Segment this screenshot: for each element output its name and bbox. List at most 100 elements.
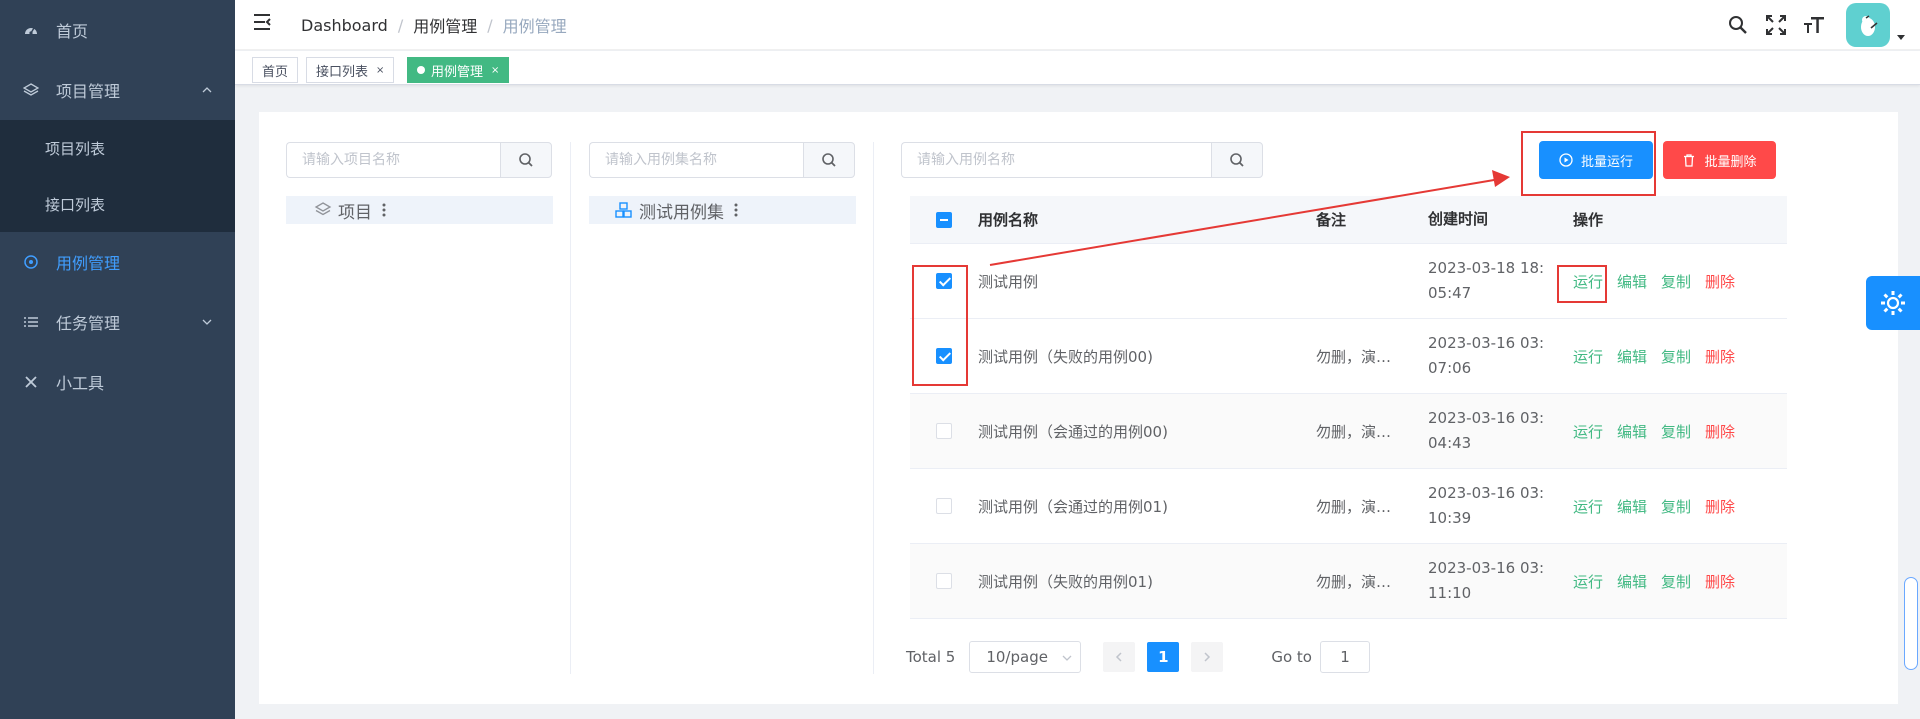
prev-page-button[interactable]: [1103, 642, 1136, 672]
table-row: 测试用例（失败的用例00) 勿删，演… 2023-03-16 03: 07:06 …: [910, 319, 1787, 394]
tag-api-list[interactable]: 接口列表 ×: [306, 57, 395, 83]
cubes-icon: [615, 201, 633, 219]
row-checkbox[interactable]: [936, 573, 952, 589]
tags-view: 首页 接口列表 × 用例管理 ×: [235, 51, 1920, 85]
created-time: 07:06: [1428, 359, 1472, 377]
font-size-icon[interactable]: [1802, 13, 1826, 37]
tag-label: 用例管理: [431, 64, 484, 80]
tag-case-management[interactable]: 用例管理 ×: [407, 57, 510, 83]
menu-label: 接口列表: [45, 195, 106, 214]
suite-search-button[interactable]: [803, 142, 855, 178]
breadcrumb-separator: /: [397, 15, 404, 35]
edit-link[interactable]: 编辑: [1617, 496, 1647, 517]
divider: [570, 142, 571, 674]
batch-delete-button[interactable]: 批量删除: [1663, 141, 1776, 179]
table-row: 测试用例（会通过的用例00) 勿删，演… 2023-03-16 03: 04:43…: [910, 394, 1787, 469]
tree-node-project[interactable]: 项目: [286, 196, 553, 224]
menu-item-task-management[interactable]: 任务管理: [0, 292, 235, 352]
case-remark: 勿删，演…: [1316, 347, 1392, 366]
created-date: 2023-03-16 03:: [1428, 484, 1545, 502]
sidebar: 首页 项目管理 项目列表 接口列表 用例管理 任务管理 小工具: [0, 0, 235, 719]
chevron-up-icon: [202, 87, 212, 93]
close-icon[interactable]: ×: [376, 65, 384, 76]
project-search-input[interactable]: [286, 142, 500, 178]
case-name: 测试用例（失败的用例00): [978, 347, 1153, 366]
project-search-button[interactable]: [500, 142, 552, 178]
row-checkbox[interactable]: [936, 498, 952, 514]
edit-link[interactable]: 编辑: [1617, 346, 1647, 367]
select-all-checkbox[interactable]: [936, 211, 952, 228]
breadcrumb-current: 用例管理: [502, 17, 567, 36]
breadcrumb: Dashboard / 用例管理 / 用例管理: [301, 13, 567, 37]
annotation-box-checked-rows: [912, 265, 968, 386]
breadcrumb-dashboard[interactable]: Dashboard: [301, 16, 388, 35]
menu-item-tools[interactable]: 小工具: [0, 352, 235, 412]
layers-icon: [314, 201, 332, 219]
settings-button[interactable]: [1866, 276, 1920, 330]
edit-link[interactable]: 编辑: [1617, 271, 1647, 292]
copy-link[interactable]: 复制: [1661, 496, 1691, 517]
delete-link[interactable]: 删除: [1705, 346, 1735, 367]
copy-link[interactable]: 复制: [1661, 346, 1691, 367]
menu-item-project-list[interactable]: 项目列表: [0, 120, 235, 176]
tag-home[interactable]: 首页: [252, 57, 299, 83]
suite-search-input[interactable]: [589, 142, 803, 178]
edit-link[interactable]: 编辑: [1617, 421, 1647, 442]
more-icon[interactable]: [734, 203, 738, 217]
project-submenu: 项目列表 接口列表: [0, 120, 235, 232]
more-icon[interactable]: [382, 203, 386, 217]
delete-link[interactable]: 删除: [1705, 496, 1735, 517]
annotation-box-run-link: [1557, 265, 1607, 303]
search-icon: [519, 153, 533, 167]
menu-item-project-management[interactable]: 项目管理: [0, 60, 235, 120]
delete-link[interactable]: 删除: [1705, 271, 1735, 292]
menu-item-api-list[interactable]: 接口列表: [0, 176, 235, 232]
copy-link[interactable]: 复制: [1661, 571, 1691, 592]
case-name: 测试用例（失败的用例01): [978, 572, 1153, 591]
tag-label: 接口列表: [316, 64, 369, 80]
copy-link[interactable]: 复制: [1661, 421, 1691, 442]
hamburger-icon[interactable]: [253, 12, 273, 32]
menu-label: 项目列表: [45, 139, 106, 158]
divider: [873, 142, 874, 674]
breadcrumb-separator: /: [487, 15, 493, 35]
avatar[interactable]: [1846, 3, 1890, 47]
trash-icon: [1682, 153, 1696, 167]
run-link[interactable]: 运行: [1573, 421, 1603, 442]
breadcrumb-case-management[interactable]: 用例管理: [413, 13, 477, 37]
page-size-select[interactable]: 10/page: [969, 641, 1082, 673]
run-link[interactable]: 运行: [1573, 346, 1603, 367]
search-icon[interactable]: [1726, 13, 1750, 37]
search-icon: [822, 153, 836, 167]
delete-link[interactable]: 删除: [1705, 571, 1735, 592]
edit-link[interactable]: 编辑: [1617, 571, 1647, 592]
menu-label: 用例管理: [56, 254, 121, 273]
header-ops: 操作: [1573, 211, 1604, 229]
copy-link[interactable]: 复制: [1661, 271, 1691, 292]
batch-delete-label: 批量删除: [1704, 154, 1757, 170]
layers-icon: [22, 81, 40, 99]
chevron-down-icon: [202, 319, 212, 325]
pagination: Total 5 10/page 1 Go to 1: [906, 641, 1370, 673]
case-remark: 勿删，演…: [1316, 497, 1392, 516]
page-size-value: 10/page: [986, 648, 1048, 666]
page-number-current[interactable]: 1: [1147, 642, 1180, 672]
menu-item-home[interactable]: 首页: [0, 0, 235, 60]
menu-item-case-management[interactable]: 用例管理: [0, 232, 235, 292]
pagination-total: Total 5: [906, 648, 956, 666]
next-page-button[interactable]: [1191, 642, 1224, 672]
tree-node-suite[interactable]: 测试用例集: [589, 196, 856, 224]
row-checkbox[interactable]: [936, 423, 952, 439]
chevron-left-icon: [1116, 652, 1122, 662]
close-icon[interactable]: ×: [491, 65, 499, 76]
scrollbar-thumb[interactable]: [1904, 577, 1918, 670]
caret-down-icon[interactable]: [1896, 32, 1906, 42]
case-name: 测试用例（会通过的用例01): [978, 497, 1168, 516]
run-link[interactable]: 运行: [1573, 571, 1603, 592]
run-link[interactable]: 运行: [1573, 496, 1603, 517]
created-date: 2023-03-16 03:: [1428, 559, 1545, 577]
tree-node-label: 项目: [338, 202, 372, 223]
goto-input[interactable]: 1: [1319, 641, 1370, 673]
delete-link[interactable]: 删除: [1705, 421, 1735, 442]
fullscreen-icon[interactable]: [1764, 13, 1788, 37]
